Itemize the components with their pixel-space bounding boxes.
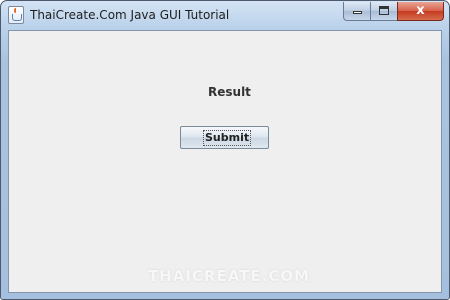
minimize-icon — [353, 11, 362, 14]
window-controls: x — [343, 2, 444, 21]
submit-button-label: Submit — [203, 130, 252, 146]
maximize-icon — [379, 6, 389, 15]
content-panel: Result Submit THAICREATE.COM — [8, 30, 442, 293]
result-label: Result — [208, 85, 251, 99]
java-steam-icon — [14, 8, 19, 13]
close-button[interactable]: x — [397, 2, 444, 21]
window-title: ThaiCreate.Com Java GUI Tutorial — [30, 8, 230, 22]
java-cup-icon[interactable] — [8, 6, 24, 24]
submit-button[interactable]: Submit — [180, 126, 269, 149]
close-icon: x — [416, 3, 425, 18]
maximize-button[interactable] — [370, 2, 397, 21]
java-mug-icon — [12, 14, 22, 21]
minimize-button[interactable] — [343, 2, 370, 21]
watermark: THAICREATE.COM — [147, 267, 311, 285]
title-bar[interactable]: ThaiCreate.Com Java GUI Tutorial x — [1, 1, 449, 31]
app-window: ThaiCreate.Com Java GUI Tutorial x Resul… — [0, 0, 450, 300]
